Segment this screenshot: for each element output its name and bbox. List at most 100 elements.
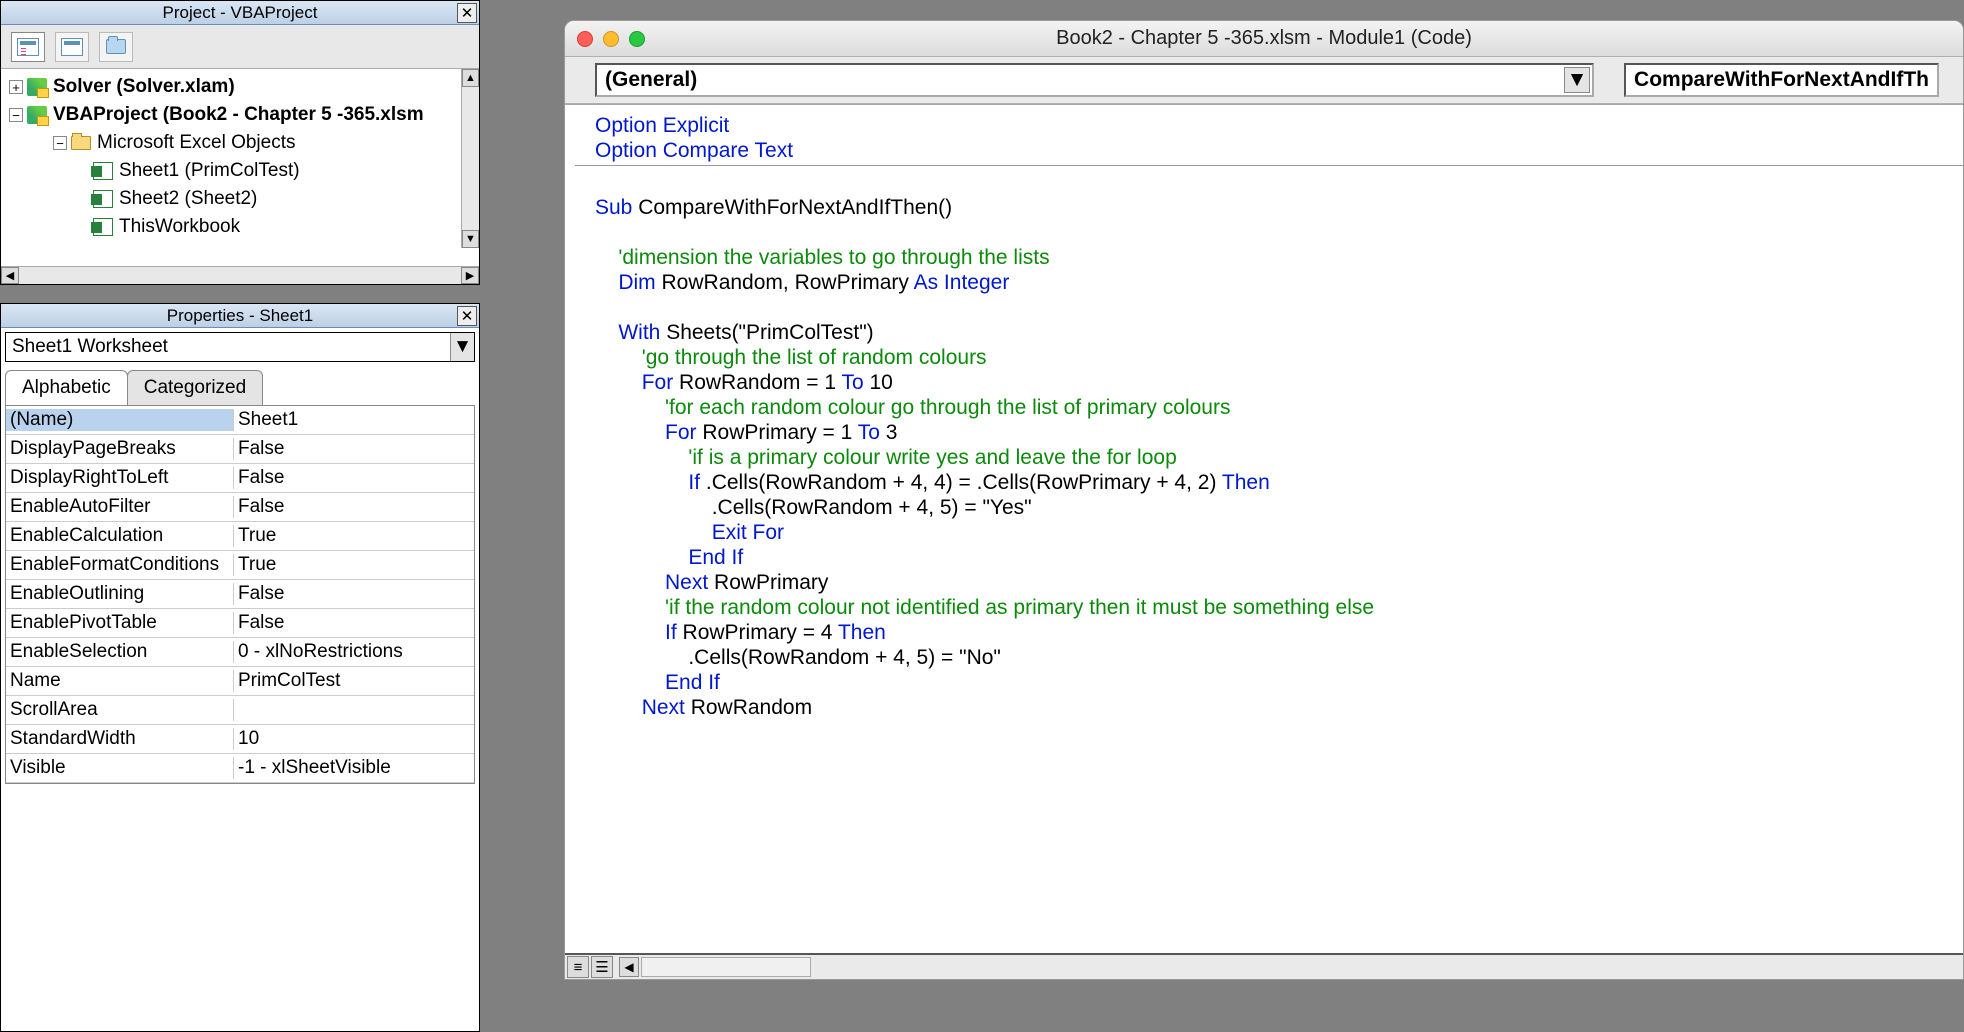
property-name: ScrollArea <box>6 699 234 721</box>
code-window: Book2 - Chapter 5 -365.xlsm - Module1 (C… <box>564 20 1964 980</box>
property-name: EnableAutoFilter <box>6 496 234 518</box>
view-code-button[interactable] <box>11 32 45 62</box>
property-name: DisplayRightToLeft <box>6 467 234 489</box>
project-titlebar: Project - VBAProject ✕ <box>1 1 479 25</box>
tree-horizontal-scrollbar[interactable]: ◀ ▶ <box>1 266 479 284</box>
code-window-titlebar[interactable]: Book2 - Chapter 5 -365.xlsm - Module1 (C… <box>565 21 1963 57</box>
object-dropdown-value: (General) <box>605 68 697 92</box>
property-name: StandardWidth <box>6 728 234 750</box>
procedure-dropdown-value: CompareWithForNextAndIfTh <box>1634 68 1929 92</box>
properties-tabs: Alphabetic Categorized <box>5 370 475 405</box>
property-row[interactable]: NamePrimColTest <box>6 667 474 696</box>
view-object-icon <box>61 38 83 56</box>
full-module-view-button[interactable]: ☰ <box>591 956 613 978</box>
properties-titlebar: Properties - Sheet1 ✕ <box>1 304 479 328</box>
property-row[interactable]: DisplayRightToLeftFalse <box>6 464 474 493</box>
property-row[interactable]: EnableSelection0 - xlNoRestrictions <box>6 638 474 667</box>
tree-item-excel-objects[interactable]: −Microsoft Excel Objects <box>5 129 479 157</box>
property-row[interactable]: StandardWidth10 <box>6 725 474 754</box>
project-tree[interactable]: +Solver (Solver.xlam) −VBAProject (Book2… <box>1 69 479 266</box>
view-object-button[interactable] <box>55 32 89 62</box>
code-body: Option ExplicitOption Compare Text Sub C… <box>565 104 1963 979</box>
window-zoom-button[interactable] <box>629 31 645 47</box>
property-name: DisplayPageBreaks <box>6 438 234 460</box>
tree-vertical-scrollbar[interactable]: ▲ ▼ <box>461 69 479 248</box>
property-name: Visible <box>6 757 234 779</box>
procedure-view-button[interactable]: ≡ <box>567 956 589 978</box>
property-name: EnableFormatConditions <box>6 554 234 576</box>
property-row[interactable]: (Name)Sheet1 <box>6 406 474 435</box>
property-name: EnableOutlining <box>6 583 234 605</box>
tab-categorized[interactable]: Categorized <box>127 370 263 405</box>
project-close-button[interactable]: ✕ <box>457 3 477 23</box>
property-value[interactable]: True <box>234 525 474 547</box>
property-value[interactable]: -1 - xlSheetVisible <box>234 757 474 779</box>
object-dropdown[interactable]: (General) ▼ <box>595 63 1594 97</box>
property-row[interactable]: EnableFormatConditionsTrue <box>6 551 474 580</box>
folder-open-icon <box>71 136 91 150</box>
tree-item-sheet2[interactable]: Sheet2 (Sheet2) <box>5 185 479 213</box>
property-row[interactable]: EnableOutliningFalse <box>6 580 474 609</box>
code-editor[interactable]: Option ExplicitOption Compare Text Sub C… <box>575 105 1963 953</box>
property-value[interactable]: False <box>234 438 474 460</box>
property-value[interactable]: False <box>234 583 474 605</box>
property-value[interactable]: False <box>234 612 474 634</box>
project-explorer-panel: Project - VBAProject ✕ +Solver (Solver.x… <box>0 0 480 285</box>
property-name: EnableSelection <box>6 641 234 663</box>
property-name: EnableCalculation <box>6 525 234 547</box>
worksheet-icon <box>93 190 113 208</box>
property-value[interactable]: 10 <box>234 728 474 750</box>
dropdown-arrow-icon: ▼ <box>450 333 474 361</box>
properties-panel: Properties - Sheet1 ✕ Sheet1 Worksheet ▼… <box>0 303 480 1032</box>
property-row[interactable]: EnablePivotTableFalse <box>6 609 474 638</box>
toggle-folders-button[interactable] <box>99 32 133 62</box>
traffic-lights <box>577 31 645 47</box>
tree-item-thisworkbook[interactable]: ThisWorkbook <box>5 213 479 241</box>
scroll-left-icon[interactable]: ◀ <box>1 267 19 284</box>
expand-icon[interactable]: + <box>9 80 23 94</box>
code-dropdowns: (General) ▼ CompareWithForNextAndIfTh <box>565 57 1963 104</box>
scroll-down-icon[interactable]: ▼ <box>462 230 479 248</box>
collapse-icon[interactable]: − <box>9 108 23 122</box>
procedure-dropdown[interactable]: CompareWithForNextAndIfTh <box>1624 63 1939 97</box>
folder-icon <box>106 39 126 54</box>
properties-title: Properties - Sheet1 <box>167 306 313 326</box>
property-row[interactable]: ScrollArea <box>6 696 474 725</box>
property-row[interactable]: EnableCalculationTrue <box>6 522 474 551</box>
property-row[interactable]: Visible-1 - xlSheetVisible <box>6 754 474 783</box>
project-title: Project - VBAProject <box>163 3 318 23</box>
code-horizontal-scrollbar[interactable]: ≡ ☰ ◀ <box>565 953 1963 979</box>
property-value[interactable]: PrimColTest <box>234 670 474 692</box>
code-window-title: Book2 - Chapter 5 -365.xlsm - Module1 (C… <box>565 27 1963 50</box>
object-selector-dropdown[interactable]: Sheet1 Worksheet ▼ <box>5 332 475 362</box>
vba-project-icon <box>27 78 47 96</box>
window-close-button[interactable] <box>577 31 593 47</box>
scroll-up-icon[interactable]: ▲ <box>462 69 479 87</box>
tab-alphabetic[interactable]: Alphabetic <box>5 370 128 405</box>
collapse-icon[interactable]: − <box>53 136 67 150</box>
project-toolbar <box>1 25 479 69</box>
properties-close-button[interactable]: ✕ <box>457 306 477 326</box>
scroll-right-icon[interactable]: ▶ <box>461 267 479 284</box>
property-value[interactable]: True <box>234 554 474 576</box>
scrollbar-track[interactable] <box>641 957 811 977</box>
workbook-icon <box>93 218 113 236</box>
scroll-left-icon[interactable]: ◀ <box>619 957 639 977</box>
property-value[interactable]: False <box>234 467 474 489</box>
property-row[interactable]: EnableAutoFilterFalse <box>6 493 474 522</box>
window-minimize-button[interactable] <box>603 31 619 47</box>
properties-table: (Name)Sheet1DisplayPageBreaksFalseDispla… <box>5 405 475 784</box>
property-value[interactable]: False <box>234 496 474 518</box>
vba-project-icon <box>27 106 47 124</box>
property-value[interactable]: Sheet1 <box>234 409 474 431</box>
object-selector-value: Sheet1 Worksheet <box>12 336 168 358</box>
property-row[interactable]: DisplayPageBreaksFalse <box>6 435 474 464</box>
tree-item-sheet1[interactable]: Sheet1 (PrimColTest) <box>5 157 479 185</box>
tree-item-solver[interactable]: +Solver (Solver.xlam) <box>5 73 479 101</box>
property-value[interactable]: 0 - xlNoRestrictions <box>234 641 474 663</box>
tree-item-vbaproject[interactable]: −VBAProject (Book2 - Chapter 5 -365.xlsm <box>5 101 479 129</box>
view-code-icon <box>17 38 39 56</box>
property-name: EnablePivotTable <box>6 612 234 634</box>
property-name: (Name) <box>6 409 234 431</box>
dropdown-arrow-icon: ▼ <box>1564 67 1590 93</box>
